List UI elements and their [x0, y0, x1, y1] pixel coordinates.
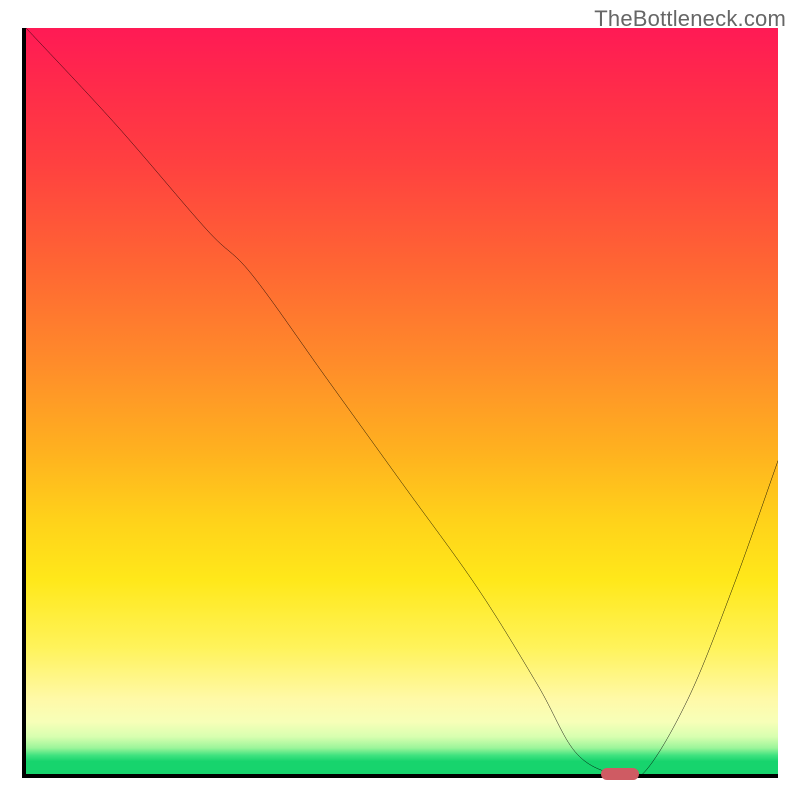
plot-area — [22, 28, 778, 778]
chart-frame: TheBottleneck.com — [0, 0, 800, 800]
bottleneck-curve — [26, 28, 778, 774]
optimal-marker — [601, 768, 639, 780]
